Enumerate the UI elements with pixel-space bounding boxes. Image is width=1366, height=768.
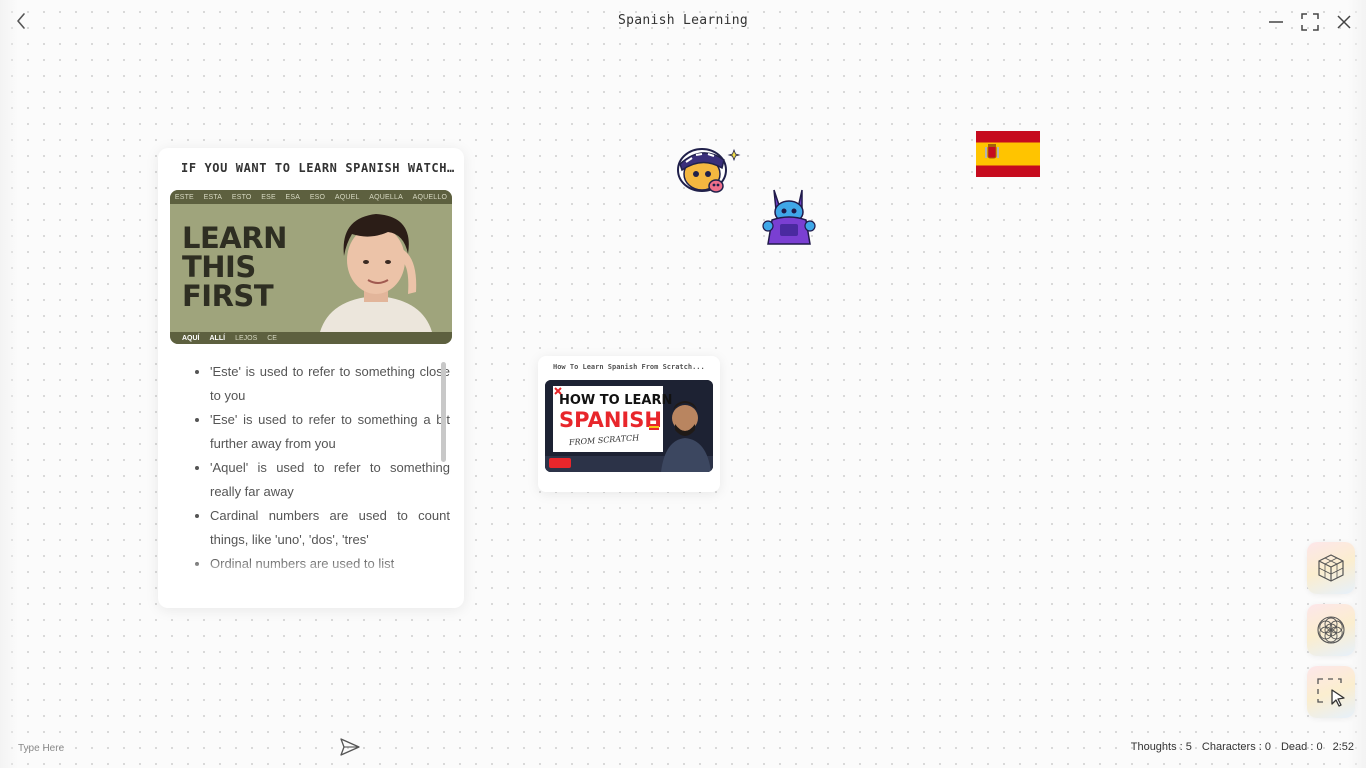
note-fade-overlay (188, 558, 450, 580)
note-title: IF YOU WANT TO LEARN SPANISH WATCH... (181, 161, 456, 175)
close-icon (1337, 15, 1351, 29)
purple-knight-sticker[interactable] (760, 186, 818, 248)
send-icon (340, 738, 360, 756)
note-bullet-list: 'Este' is used to refer to something clo… (188, 360, 450, 576)
characters-count: Characters : 0 (1201, 741, 1271, 753)
headline-line: THIS (182, 250, 256, 284)
thumb-line-2: SPANISH (559, 408, 662, 432)
video-thumbnail-art: HOW TO LEARN SPANISH FROM SCRATCH (545, 380, 713, 472)
video-thumbnail-learn-this-first[interactable]: ESTE ESTA ESTO ESE ESA ESO AQUEL AQUELLA… (170, 190, 452, 344)
video-thumbnail-how-to-learn-spanish[interactable]: HOW TO LEARN SPANISH FROM SCRATCH (545, 380, 713, 472)
strip-word: ESA (285, 193, 301, 201)
strip-word: CE (267, 334, 277, 342)
strip-word: ALLÍ (209, 334, 226, 342)
chat-input[interactable] (18, 738, 328, 758)
strip-word: ESO (309, 193, 326, 201)
window-title: Spanish Learning (617, 13, 749, 28)
cube-grid-icon (1318, 554, 1344, 582)
headline-line: FIRST (182, 279, 274, 313)
spain-flag-icon[interactable] (976, 131, 1040, 177)
strip-word: ESTO (231, 193, 252, 201)
thoughts-count: Thoughts : 5 (1130, 741, 1192, 753)
note-scrollbar[interactable] (441, 362, 446, 462)
list-item: Cardinal numbers are used to count thing… (210, 504, 450, 552)
strip-word: ESTE (174, 193, 194, 201)
thumbnail-top-strip: ESTE ESTA ESTO ESE ESA ESO AQUEL AQUELLA… (170, 190, 452, 204)
cube-grid-tool-button[interactable] (1307, 542, 1355, 594)
strip-word: AQUÍ (182, 334, 200, 342)
minimize-button[interactable] (1265, 11, 1287, 33)
list-item: 'Ese' is used to refer to something a bi… (210, 408, 450, 456)
presenter-image (320, 214, 432, 332)
close-button[interactable] (1333, 11, 1355, 33)
maximize-icon (1301, 13, 1319, 31)
select-cursor-icon (1317, 678, 1345, 707)
status-stats: Thoughts : 5 Characters : 0 Dead : 0 2:5… (1131, 741, 1354, 753)
minimize-icon (1269, 21, 1283, 23)
dead-count: Dead : 0 (1280, 741, 1323, 753)
video-title: How To Learn Spanish From Scratch... (553, 363, 705, 371)
flower-of-life-icon (1317, 616, 1345, 644)
strip-word: ESTA (203, 193, 223, 201)
strip-word: LEJOS (235, 334, 258, 342)
list-item: 'Este' is used to refer to something clo… (210, 360, 450, 408)
list-item: 'Aquel' is used to refer to something re… (210, 456, 450, 504)
canvas-edge-left (0, 0, 18, 768)
strip-word: ESE (261, 193, 276, 201)
flower-of-life-tool-button[interactable] (1307, 604, 1355, 656)
send-button[interactable] (339, 737, 361, 757)
maximize-button[interactable] (1299, 11, 1321, 33)
headline-line: LEARN (182, 221, 287, 255)
thumbnail-bottom-strip: AQUÍ ALLÍ LEJOS CE (170, 332, 452, 344)
strip-word: AQUELLA (369, 193, 403, 201)
timer: 2:52 (1332, 741, 1354, 753)
mariachi-skull-sticker[interactable] (672, 142, 742, 198)
thumbnail-headline: LEARN THIS FIRST (182, 224, 312, 311)
video-card[interactable]: How To Learn Spanish From Scratch... HOW… (538, 356, 720, 492)
thumb-line-1: HOW TO LEARN (559, 393, 672, 408)
select-tool-button[interactable] (1307, 666, 1355, 718)
strip-word: AQUELLO (412, 193, 448, 201)
note-content-scroll[interactable]: 'Este' is used to refer to something clo… (188, 360, 450, 578)
note-card[interactable]: IF YOU WANT TO LEARN SPANISH WATCH... ES… (158, 148, 464, 608)
strip-word: AQUEL (334, 193, 360, 201)
